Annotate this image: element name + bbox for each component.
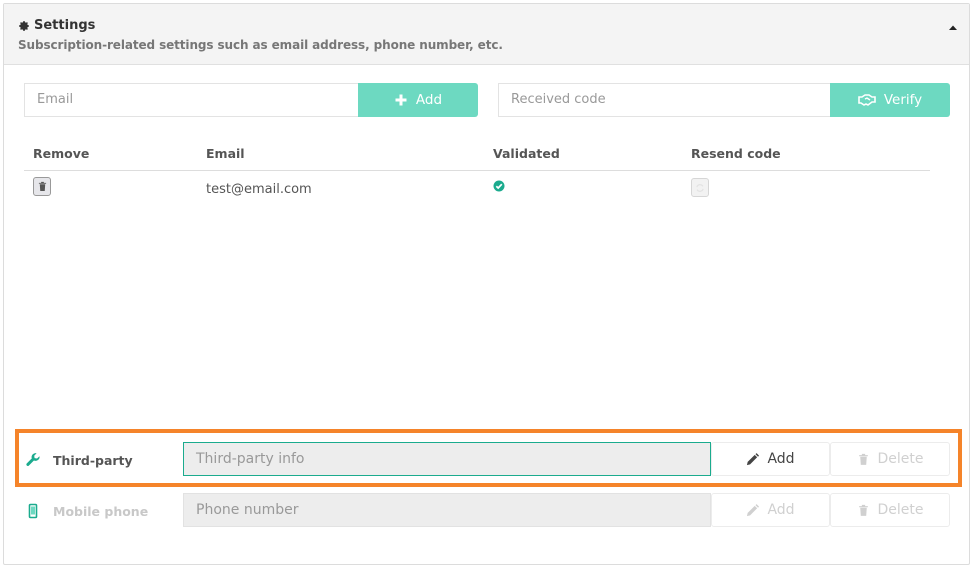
- email-input[interactable]: Email: [24, 83, 360, 117]
- handshake-icon: [858, 94, 876, 106]
- trash-icon: [38, 181, 46, 191]
- resend-code-button[interactable]: [691, 178, 709, 197]
- gear-icon: [19, 20, 29, 31]
- mobile-phone-delete-label: Delete: [877, 502, 924, 518]
- third-party-label: Third-party: [25, 452, 133, 468]
- mobile-phone-add-button[interactable]: Add: [711, 493, 830, 527]
- mobile-phone-delete-button[interactable]: Delete: [830, 493, 950, 527]
- mobile-phone-label: Mobile phone: [25, 503, 148, 519]
- panel-title: Settings: [18, 18, 95, 33]
- column-header-validated: Validated: [493, 146, 560, 161]
- mobile-icon: [28, 503, 38, 519]
- trash-icon: [858, 453, 868, 465]
- third-party-label-text: Third-party: [53, 452, 133, 468]
- email-cell: test@email.com: [206, 182, 312, 197]
- column-header-remove: Remove: [33, 146, 90, 161]
- third-party-add-button[interactable]: Add: [711, 442, 830, 476]
- panel-header[interactable]: Settings Subscription-related settings s…: [4, 4, 969, 65]
- panel-title-text: Settings: [34, 18, 96, 33]
- column-header-email: Email: [206, 146, 245, 161]
- mobile-phone-add-label: Add: [767, 502, 795, 518]
- mobile-phone-label-text: Mobile phone: [53, 503, 149, 519]
- add-email-button[interactable]: Add: [358, 83, 478, 117]
- caret-up-icon[interactable]: [947, 22, 959, 34]
- table-divider: [24, 170, 930, 171]
- validated-check-icon: [493, 180, 505, 192]
- verify-button[interactable]: Verify: [830, 83, 950, 117]
- column-header-resend-code: Resend code: [691, 146, 781, 161]
- pencil-icon: [747, 503, 760, 516]
- wrench-icon: [26, 453, 40, 466]
- third-party-add-label: Add: [767, 451, 795, 467]
- panel-subtitle: Subscription-related settings such as em…: [18, 38, 503, 52]
- third-party-input[interactable]: Third-party info: [183, 442, 711, 476]
- settings-panel: Settings Subscription-related settings s…: [3, 3, 970, 565]
- remove-email-button[interactable]: [33, 177, 51, 196]
- verify-label: Verify: [883, 92, 923, 108]
- phone-number-input[interactable]: Phone number: [183, 493, 711, 527]
- third-party-delete-label: Delete: [877, 451, 924, 467]
- received-code-input[interactable]: Received code: [498, 83, 832, 117]
- add-email-label: Add: [415, 92, 443, 108]
- trash-icon: [858, 504, 868, 516]
- plus-icon: [395, 94, 407, 106]
- pencil-icon: [747, 452, 760, 465]
- third-party-delete-button[interactable]: Delete: [830, 442, 950, 476]
- refresh-icon: [696, 183, 704, 192]
